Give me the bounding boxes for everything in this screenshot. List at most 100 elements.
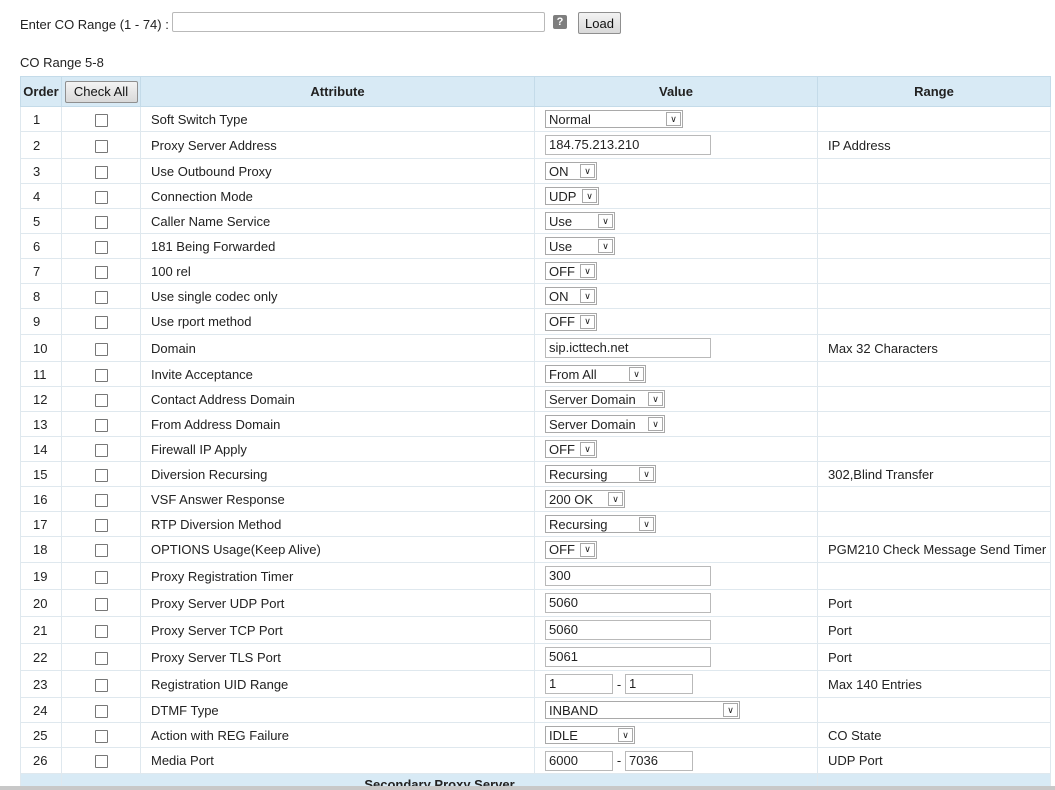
help-icon[interactable]: ? [553,15,567,29]
row-checkbox[interactable] [94,316,108,330]
row-checkbox[interactable] [94,368,108,382]
value-select[interactable]: Recursing ∨ [545,515,656,533]
chevron-down-icon[interactable]: ∨ [580,289,595,303]
row-range [817,258,1051,284]
value-select[interactable]: Normal ∨ [545,110,683,128]
value-input[interactable]: 5061 [545,647,711,667]
chevron-down-icon[interactable]: ∨ [666,112,681,126]
value-select[interactable]: OFF ∨ [545,312,597,331]
chevron-down-icon[interactable]: ∨ [723,703,738,717]
table-row: 18 OPTIONS Usage(Keep Alive) OFF ∨ PGM210 Ch… [20,536,1051,563]
row-checkbox[interactable] [94,443,108,457]
row-checkbox[interactable] [94,597,108,611]
value-select[interactable]: OFF ∨ [545,262,597,280]
row-order: 22 [20,643,62,671]
co-range-input[interactable] [172,12,545,32]
row-checkbox[interactable] [94,342,108,356]
horizontal-scrollbar[interactable] [0,786,1055,790]
row-order: 16 [20,486,62,512]
row-checkbox[interactable] [94,393,108,407]
value-select[interactable]: Server Domain ∨ [545,390,665,408]
value-input[interactable]: 5060 [545,593,711,613]
chevron-down-icon[interactable]: ∨ [639,467,654,481]
load-button[interactable]: Load [578,12,621,34]
table-row: 17 RTP Diversion Method Recursing ∨ [20,511,1051,537]
row-checkbox[interactable] [94,651,108,665]
row-checkbox[interactable] [94,290,108,304]
chevron-down-icon[interactable]: ∨ [598,214,613,228]
value-select[interactable]: ON ∨ [545,162,597,180]
value-select[interactable]: Recursing ∨ [545,465,656,483]
value-input[interactable]: 184.75.213.210 [545,135,711,155]
table-row: 12 Contact Address Domain Server Domain ∨ [20,386,1051,412]
check-all-button[interactable]: Check All [64,80,138,103]
row-range [817,106,1051,132]
value-select[interactable]: OFF ∨ [545,440,597,458]
value-select[interactable]: From All ∨ [545,365,646,383]
value-input[interactable]: 5060 [545,620,711,640]
select-value-text: ON [549,163,569,179]
value-select[interactable]: IDLE ∨ [545,726,635,744]
co-range-bar: Enter CO Range (1 - 74) : [20,12,169,36]
range-start-input[interactable]: 1 [545,674,613,694]
row-checkbox[interactable] [94,704,108,718]
value-select[interactable]: 200 OK ∨ [545,490,625,508]
row-checkbox[interactable] [94,518,108,532]
chevron-down-icon[interactable]: ∨ [580,264,595,278]
row-value-cell: INBAND ∨ [534,697,818,723]
value-input[interactable]: 300 [545,566,711,586]
chevron-down-icon[interactable]: ∨ [639,517,654,531]
row-checkbox[interactable] [94,215,108,229]
chevron-down-icon[interactable]: ∨ [580,314,595,329]
chevron-down-icon[interactable]: ∨ [648,417,663,431]
select-value-text: Server Domain [549,416,636,432]
row-checkbox[interactable] [94,190,108,204]
range-end-input[interactable]: 1 [625,674,693,694]
row-checkbox[interactable] [94,418,108,432]
chevron-down-icon[interactable]: ∨ [618,728,633,742]
chevron-down-icon[interactable]: ∨ [608,492,623,506]
value-select[interactable]: OFF ∨ [545,540,597,559]
table-row: 2 Proxy Server Address 184.75.213.210 IP Ad… [20,131,1051,159]
row-checkbox[interactable] [94,139,108,153]
row-checkbox[interactable] [94,113,108,127]
row-range [817,511,1051,537]
row-range [817,486,1051,512]
table-row: 26 Media Port 6000-7036 UDP Port [20,747,1051,774]
row-checkbox[interactable] [94,165,108,179]
row-order: 19 [20,562,62,590]
row-range: UDP Port [817,747,1051,774]
value-select[interactable]: Use ∨ [545,237,615,255]
row-checkbox[interactable] [94,265,108,279]
row-checkbox[interactable] [94,624,108,638]
row-checkbox[interactable] [94,240,108,254]
row-value-cell: 184.75.213.210 [534,131,818,159]
row-checkbox[interactable] [94,678,108,692]
chevron-down-icon[interactable]: ∨ [580,164,595,178]
row-range [817,158,1051,184]
value-input[interactable]: sip.icttech.net [545,338,711,358]
range-start-input[interactable]: 6000 [545,750,613,771]
chevron-down-icon[interactable]: ∨ [580,442,595,456]
row-checkbox[interactable] [94,729,108,743]
chevron-down-icon[interactable]: ∨ [582,189,597,203]
value-select[interactable]: UDP ∨ [545,187,599,205]
row-checkbox[interactable] [94,544,108,558]
value-select[interactable]: ON ∨ [545,287,597,305]
row-check-cell [61,722,141,748]
row-checkbox[interactable] [94,570,108,584]
row-checkbox[interactable] [94,493,108,507]
range-end-input[interactable]: 7036 [625,750,693,771]
row-checkbox[interactable] [94,755,108,769]
chevron-down-icon[interactable]: ∨ [580,542,595,557]
chevron-down-icon[interactable]: ∨ [648,392,663,406]
row-attribute: Media Port [140,747,535,774]
chevron-down-icon[interactable]: ∨ [629,367,644,381]
value-select[interactable]: INBAND ∨ [545,701,740,719]
value-select[interactable]: Use ∨ [545,212,615,230]
row-checkbox[interactable] [94,468,108,482]
value-select[interactable]: Server Domain ∨ [545,415,665,433]
chevron-down-icon[interactable]: ∨ [598,239,613,253]
row-attribute: Proxy Server TCP Port [140,616,535,644]
row-check-cell [61,334,141,362]
